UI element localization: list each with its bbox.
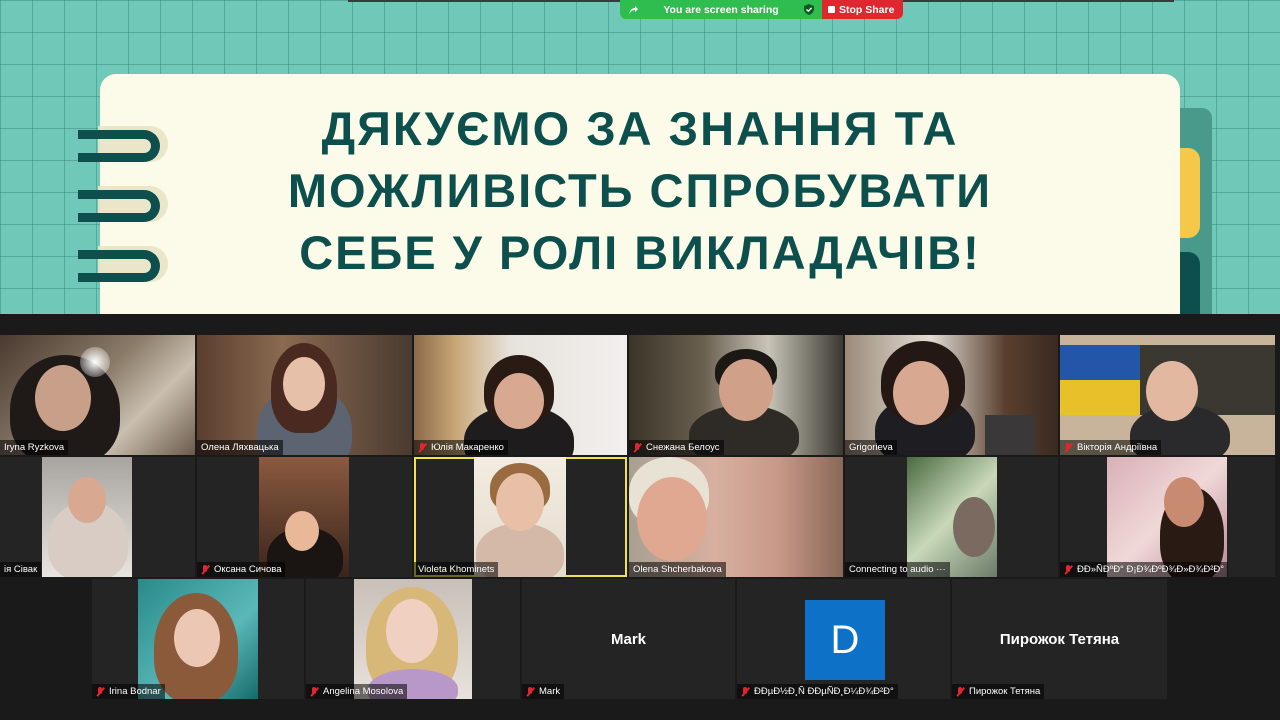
participant-tile-video-off[interactable]: Пирожок Тетяна Пирожок Тетяна: [952, 579, 1167, 699]
slide-decoration-dark: [1180, 252, 1200, 314]
participant-avatar: D: [805, 600, 885, 680]
participant-face: [496, 473, 544, 531]
participant-tile[interactable]: ÐÐ»ÑÐºÐ° Ð¡Ð¾ÐºÐ¾Ð»Ð¾Ð²Ð°: [1060, 457, 1275, 577]
slide-title: ДЯКУЄМО ЗА ЗНАННЯ ТА МОЖЛИВІСТЬ СПРОБУВА…: [100, 98, 1180, 284]
mic-muted-icon: [310, 686, 319, 697]
slide-title-line: ДЯКУЄМО ЗА ЗНАННЯ ТА: [321, 102, 959, 155]
participant-tile[interactable]: ія Сівак: [0, 457, 195, 577]
participant-tile[interactable]: Вікторія Андріївна: [1060, 335, 1275, 455]
participant-tile[interactable]: Снежана Белоус: [629, 335, 843, 455]
participant-name: Olena Shcherbakova: [629, 562, 726, 577]
participant-status: Connecting to audio ···: [845, 562, 950, 577]
participant-name: Irina Bodnar: [92, 684, 165, 699]
participant-name: Пирожок Тетяна: [952, 684, 1045, 699]
participant-name: Grigorieva: [845, 440, 897, 455]
flag-yellow: [1060, 380, 1140, 415]
lamp-light: [80, 347, 110, 377]
participant-name: Violeta Khominets: [414, 562, 499, 577]
screen-share-banner: You are screen sharing Stop Share: [620, 0, 903, 19]
participant-tile-video-off[interactable]: D ÐÐµÐ½Ð¸Ñ ÐÐµÑÐ¸Ð¼Ð¾Ð²Ð°: [737, 579, 950, 699]
participant-name: Оксана Сичова: [197, 562, 286, 577]
participant-tile[interactable]: Olena Shcherbakova: [629, 457, 843, 577]
participant-face: [1164, 477, 1204, 527]
participant-face: [1146, 361, 1198, 421]
participant-name: ÐÐµÐ½Ð¸Ñ ÐÐµÑÐ¸Ð¼Ð¾Ð²Ð°: [737, 684, 898, 699]
shield-check-icon: [803, 4, 814, 15]
mic-muted-icon: [956, 686, 965, 697]
participant-gallery: Iryna Ryzkova Олена Ляхвацька Юлія Макар…: [0, 314, 1280, 720]
participant-face: [494, 373, 544, 429]
stop-share-label: Stop Share: [839, 3, 895, 16]
participant-tile[interactable]: Connecting to audio ···: [845, 457, 1058, 577]
share-status-text: You are screen sharing: [663, 3, 779, 16]
participant-face: [637, 477, 707, 561]
participant-tile[interactable]: Юлія Макаренко: [414, 335, 627, 455]
participant-name: Вікторія Андріївна: [1060, 440, 1162, 455]
share-status-bar: You are screen sharing: [620, 0, 822, 19]
background-object: [985, 415, 1035, 455]
mic-muted-icon: [526, 686, 535, 697]
mic-muted-icon: [741, 686, 750, 697]
mic-muted-icon: [1064, 442, 1073, 453]
participant-name: Снежана Белоус: [629, 440, 724, 455]
participant-tile[interactable]: Iryna Ryzkova: [0, 335, 195, 455]
participant-name: Iryna Ryzkova: [0, 440, 69, 455]
participant-tile-active-speaker[interactable]: Violeta Khominets: [414, 457, 627, 577]
slide-decoration-yellow: [1180, 148, 1200, 238]
participant-face: [285, 511, 319, 551]
stop-share-button[interactable]: Stop Share: [822, 0, 903, 19]
participant-face: [283, 357, 325, 411]
mic-muted-icon: [1064, 564, 1073, 575]
participant-tile[interactable]: Олена Ляхвацька: [197, 335, 412, 455]
participant-tile-video-off[interactable]: Mark Mark: [522, 579, 735, 699]
participant-face: [386, 599, 438, 663]
participant-face: [893, 361, 949, 425]
slide-title-line: МОЖЛИВІСТЬ СПРОБУВАТИ: [287, 164, 993, 217]
participant-tile[interactable]: Angelina Mosolova: [306, 579, 520, 699]
mic-muted-icon: [633, 442, 642, 453]
participant-tile[interactable]: Irina Bodnar: [92, 579, 304, 699]
participant-tile[interactable]: Grigorieva: [845, 335, 1058, 455]
participant-name: ія Сівак: [0, 562, 42, 577]
flag-blue: [1060, 345, 1140, 380]
shared-slide: ДЯКУЄМО ЗА ЗНАННЯ ТА МОЖЛИВІСТЬ СПРОБУВА…: [0, 0, 1280, 314]
participant-face: [953, 497, 995, 557]
participant-face: [35, 365, 91, 431]
share-arrow-icon: [629, 5, 638, 14]
participant-name: Олена Ляхвацька: [197, 440, 283, 455]
participant-tile[interactable]: Оксана Сичова: [197, 457, 412, 577]
participant-name: Юлія Макаренко: [414, 440, 508, 455]
participant-display-name: Mark: [610, 631, 647, 648]
mic-muted-icon: [96, 686, 105, 697]
participant-name: ÐÐ»ÑÐºÐ° Ð¡Ð¾ÐºÐ¾Ð»Ð¾Ð²Ð°: [1060, 562, 1229, 577]
participant-name: Angelina Mosolova: [306, 684, 408, 699]
participant-face: [174, 609, 220, 667]
participant-face: [68, 477, 106, 523]
mic-muted-icon: [418, 442, 427, 453]
participant-display-name: Пирожок Тетяна: [999, 631, 1120, 648]
mic-muted-icon: [201, 564, 210, 575]
slide-title-line: СЕБЕ У РОЛІ ВИКЛАДАЧІВ!: [299, 226, 981, 279]
stop-icon: [828, 6, 835, 13]
participant-name: Mark: [522, 684, 565, 699]
participant-face: [719, 359, 773, 421]
